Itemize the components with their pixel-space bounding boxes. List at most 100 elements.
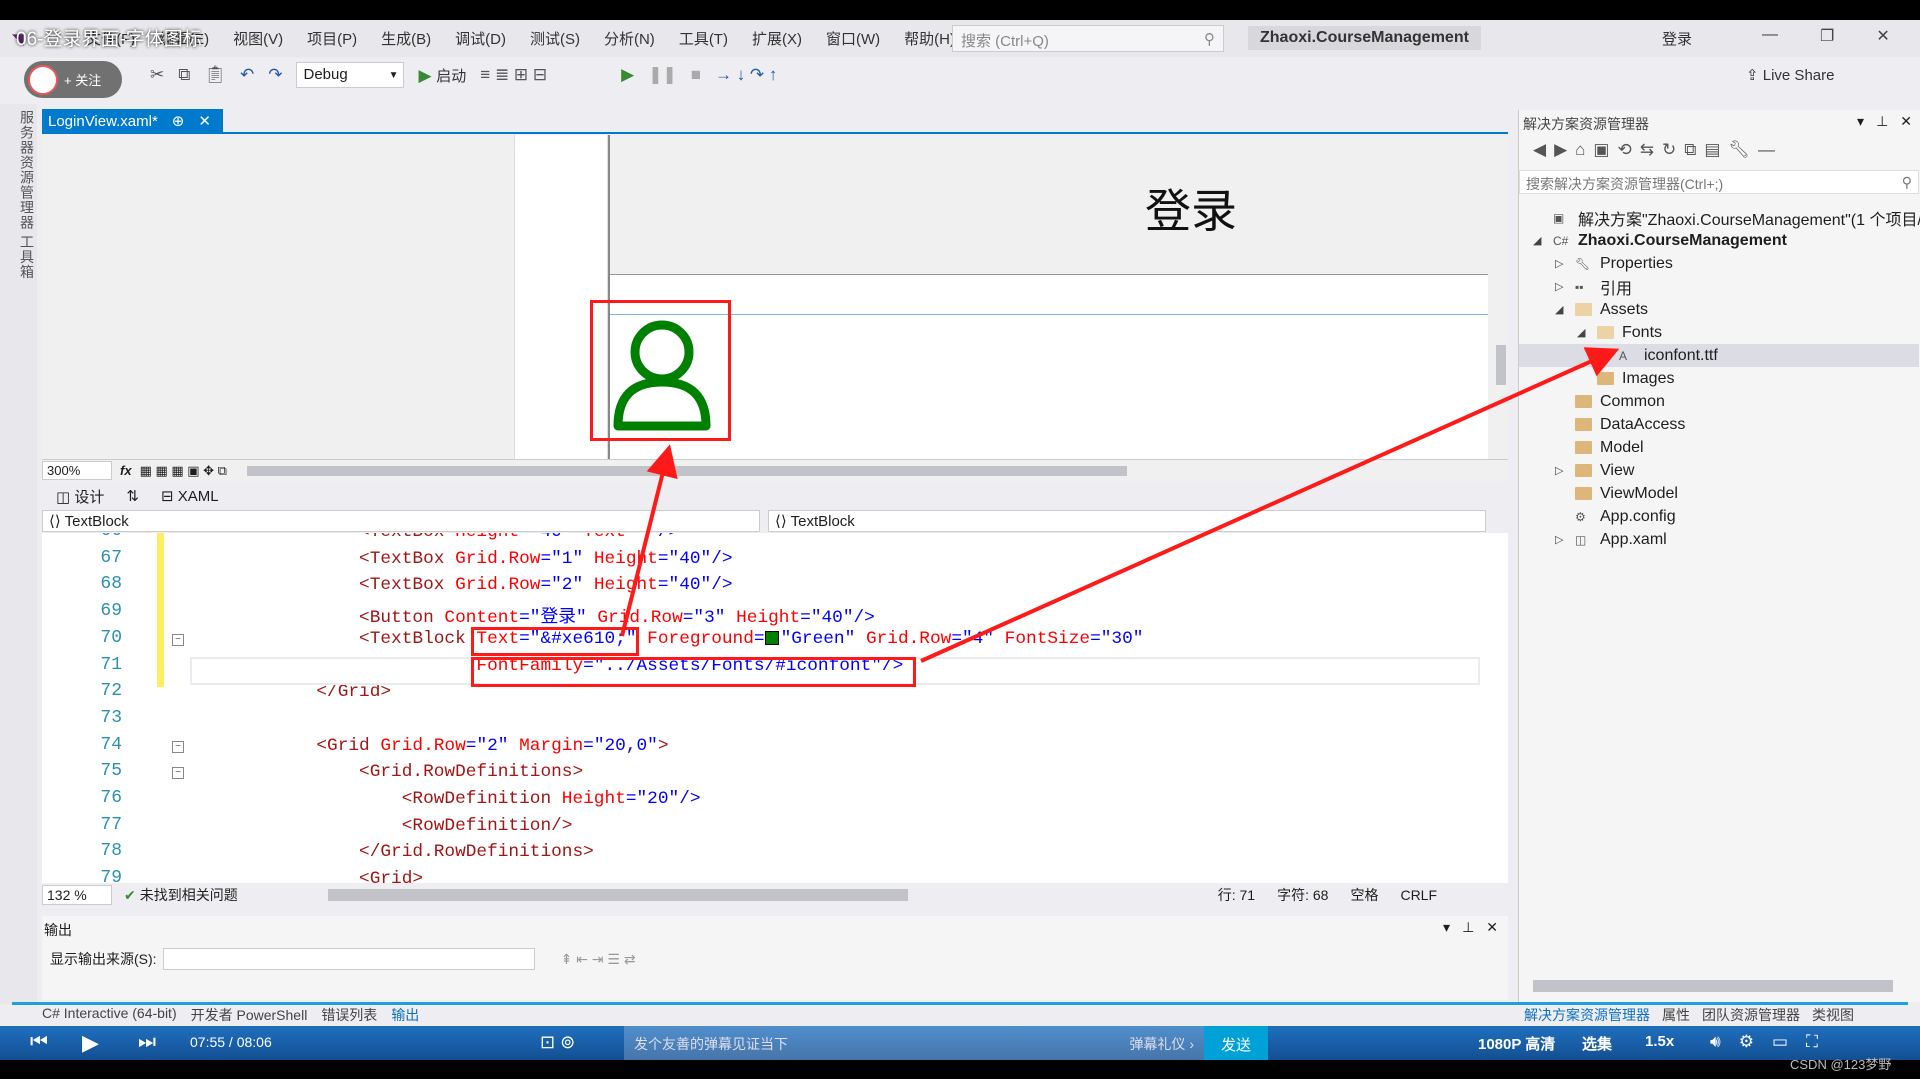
tree-item[interactable]: ◢ Assets [1555, 298, 1648, 321]
designer-vscrollbar[interactable] [1494, 135, 1508, 459]
code-line[interactable]: <RowDefinition Height="20"/> [231, 789, 701, 809]
configuration-dropdown[interactable]: Debug ▼ [296, 62, 405, 88]
expand-toggle-icon[interactable]: ▷ [1555, 280, 1567, 293]
fold-toggle-icon[interactable]: − [172, 767, 184, 780]
play-icon[interactable]: ▶ [82, 1030, 99, 1056]
minimize-icon[interactable]: — [1762, 26, 1778, 46]
editor-zoom-dropdown[interactable]: 132 % [42, 885, 112, 905]
tree-item[interactable]: ⚙ App.config [1555, 505, 1676, 528]
next-icon[interactable]: ⏭ [138, 1031, 156, 1054]
swap-panes-button[interactable]: ⇅ [126, 487, 139, 505]
solution-search-input[interactable]: 搜索解决方案资源管理器(Ctrl+;) ⚲ [1519, 170, 1919, 194]
output-source-select[interactable] [162, 948, 535, 970]
expand-toggle-icon[interactable]: ▷ [1555, 533, 1567, 546]
formula-icon[interactable]: fx [120, 463, 132, 478]
menu-item[interactable]: 生成(B) [381, 28, 431, 49]
tree-item[interactable]: ViewModel [1555, 482, 1678, 505]
menu-item[interactable]: 调试(D) [455, 28, 506, 49]
tree-item[interactable]: DataAccess [1555, 413, 1685, 436]
pin-icon[interactable]: ⊥ [1462, 919, 1474, 936]
code-editor[interactable]: 66 <TextBox Height="40" Text=""/>67 <Tex… [42, 533, 1508, 883]
step-icons[interactable]: → ↓ ↷ ↑ [715, 65, 777, 85]
solution-hscrollbar[interactable] [1533, 980, 1893, 992]
continue-icon[interactable]: ▶ [621, 65, 634, 85]
danmaku-input[interactable]: 发个友善的弹幕见证当下 弹幕礼仪 › [624, 1026, 1204, 1060]
nav-right-dropdown[interactable]: ⟨⟩ TextBlock [768, 510, 1486, 532]
menu-item[interactable]: 测试(S) [530, 28, 580, 49]
right-panel-tab[interactable]: 团队资源管理器 [1702, 1005, 1800, 1025]
code-line[interactable]: <Grid> [231, 869, 423, 883]
expand-toggle-icon[interactable]: ▷ [1555, 464, 1567, 477]
cut-icon[interactable]: ✂ [150, 65, 164, 85]
live-share-button[interactable]: ⇪ Live Share [1746, 66, 1834, 84]
undo-icon[interactable]: ↶ [240, 65, 254, 85]
code-line[interactable]: <TextBox Height="40" Text=""/> [231, 533, 679, 542]
danmaku-etiquette-link[interactable]: 弹幕礼仪 › [1129, 1034, 1194, 1054]
expand-toggle-icon[interactable]: ◢ [1555, 303, 1567, 316]
redo-icon[interactable]: ↷ [268, 65, 282, 85]
tree-item[interactable]: ▷ ▪▪ 引用 [1555, 275, 1632, 298]
copy-icon[interactable]: ⧉ [178, 65, 190, 85]
quality-button[interactable]: 1080P 高清 [1478, 1033, 1555, 1054]
code-line[interactable]: <RowDefinition/> [231, 816, 573, 836]
tab-xaml[interactable]: ⊟ XAML [161, 487, 219, 505]
line-ending-indicator[interactable]: CRLF [1400, 887, 1437, 903]
dropdown-icon[interactable]: ▾ [1443, 919, 1450, 936]
code-line[interactable]: <Grid.RowDefinitions> [231, 762, 583, 782]
menu-item[interactable]: 工具(T) [679, 28, 728, 49]
menu-item[interactable]: 分析(N) [604, 28, 655, 49]
tree-item[interactable]: Common [1555, 390, 1665, 413]
start-button[interactable]: ▶ 启动 [418, 65, 466, 86]
player-icons[interactable]: 🔊︎⚙▭⛶ [1710, 1032, 1836, 1052]
designer-hscrollbar[interactable] [246, 465, 1127, 476]
pin-icon[interactable]: ⊕ [172, 112, 185, 130]
issues-status[interactable]: 未找到相关问题 [140, 885, 238, 905]
designer-zoom-dropdown[interactable]: 300% [42, 461, 112, 480]
code-line[interactable]: <TextBox Grid.Row="2" Height="40"/> [231, 575, 733, 595]
tree-item[interactable]: ▷ ◫ App.xaml [1555, 528, 1667, 551]
pin-icon[interactable]: ⊥ [1876, 113, 1888, 130]
left-tool-strip[interactable]: 服务器资源管理器 工具箱 [0, 104, 37, 1004]
close-icon[interactable]: ✕ [1900, 113, 1912, 130]
tree-item[interactable]: Images [1577, 367, 1674, 390]
pause-icon[interactable]: ❚❚ [648, 65, 677, 85]
tree-item[interactable]: ▷ View [1555, 459, 1634, 482]
solution-explorer-toolbar[interactable]: ◀▶⌂▣⟲⇆↻⧉▤🔧︎— [1533, 140, 1783, 160]
grid-icons[interactable]: ▦ ▦ ▦ ▣ ✥ ⧉ [140, 463, 227, 479]
menu-item[interactable]: 视图(V) [233, 28, 283, 49]
expand-toggle-icon[interactable]: ◢ [1577, 326, 1589, 339]
bottom-tab[interactable]: 输出 [391, 1005, 419, 1024]
danmaku-toggle-icon[interactable]: ⊡ ⊚ [540, 1032, 575, 1053]
bottom-tab[interactable]: 开发者 PowerShell [191, 1005, 308, 1024]
restore-icon[interactable]: ❐ [1820, 26, 1834, 46]
close-tab-icon[interactable]: ✕ [198, 112, 211, 130]
tree-item[interactable]: ◢ C# Zhaoxi.CourseManagement [1533, 229, 1787, 252]
code-line[interactable]: <TextBox Grid.Row="1" Height="40"/> [231, 549, 733, 569]
output-toolbar-icons[interactable]: ⇞ ⇤ ⇥ ☰ ⇄ [561, 951, 636, 968]
right-panel-tab[interactable]: 解决方案资源管理器 [1524, 1005, 1650, 1025]
menu-item[interactable]: 帮助(H) [904, 28, 955, 49]
tab-loginview-xaml[interactable]: LoginView.xaml* ⊕ ✕ [42, 109, 223, 133]
code-line[interactable]: <TextBlock Text="&#xe610;" Foreground= "G… [231, 629, 1143, 649]
bottom-tab[interactable]: C# Interactive (64-bit) [42, 1005, 177, 1024]
tree-item[interactable]: Model [1555, 436, 1644, 459]
tree-item[interactable]: ◢ Fonts [1577, 321, 1662, 344]
right-panel-tab[interactable]: 属性 [1662, 1005, 1690, 1025]
search-input[interactable]: 搜索 (Ctrl+Q) ⚲ [952, 25, 1224, 52]
menu-item[interactable]: 项目(P) [307, 28, 357, 49]
expand-toggle-icon[interactable]: ◢ [1533, 234, 1545, 247]
speed-button[interactable]: 1.5x [1645, 1033, 1674, 1050]
close-icon[interactable]: ✕ [1876, 26, 1889, 46]
episodes-button[interactable]: 选集 [1582, 1033, 1612, 1054]
fold-toggle-icon[interactable]: − [172, 740, 184, 753]
expand-toggle-icon[interactable]: ▷ [1555, 257, 1567, 270]
right-panel-tab[interactable]: 类视图 [1812, 1005, 1854, 1025]
menu-item[interactable]: 窗口(W) [826, 28, 880, 49]
close-icon[interactable]: ✕ [1486, 919, 1498, 936]
whitespace-indicator[interactable]: 空格 [1350, 885, 1378, 905]
previous-icon[interactable]: ⏮ [30, 1031, 48, 1054]
tree-item[interactable]: ▣ 解决方案"Zhaoxi.CourseManagement"(1 个项目/共 [1533, 206, 1920, 229]
bottom-tab[interactable]: 错误列表 [321, 1005, 377, 1024]
dropdown-icon[interactable]: ▾ [1857, 113, 1864, 130]
nav-left-dropdown[interactable]: ⟨⟩ TextBlock [42, 510, 760, 532]
